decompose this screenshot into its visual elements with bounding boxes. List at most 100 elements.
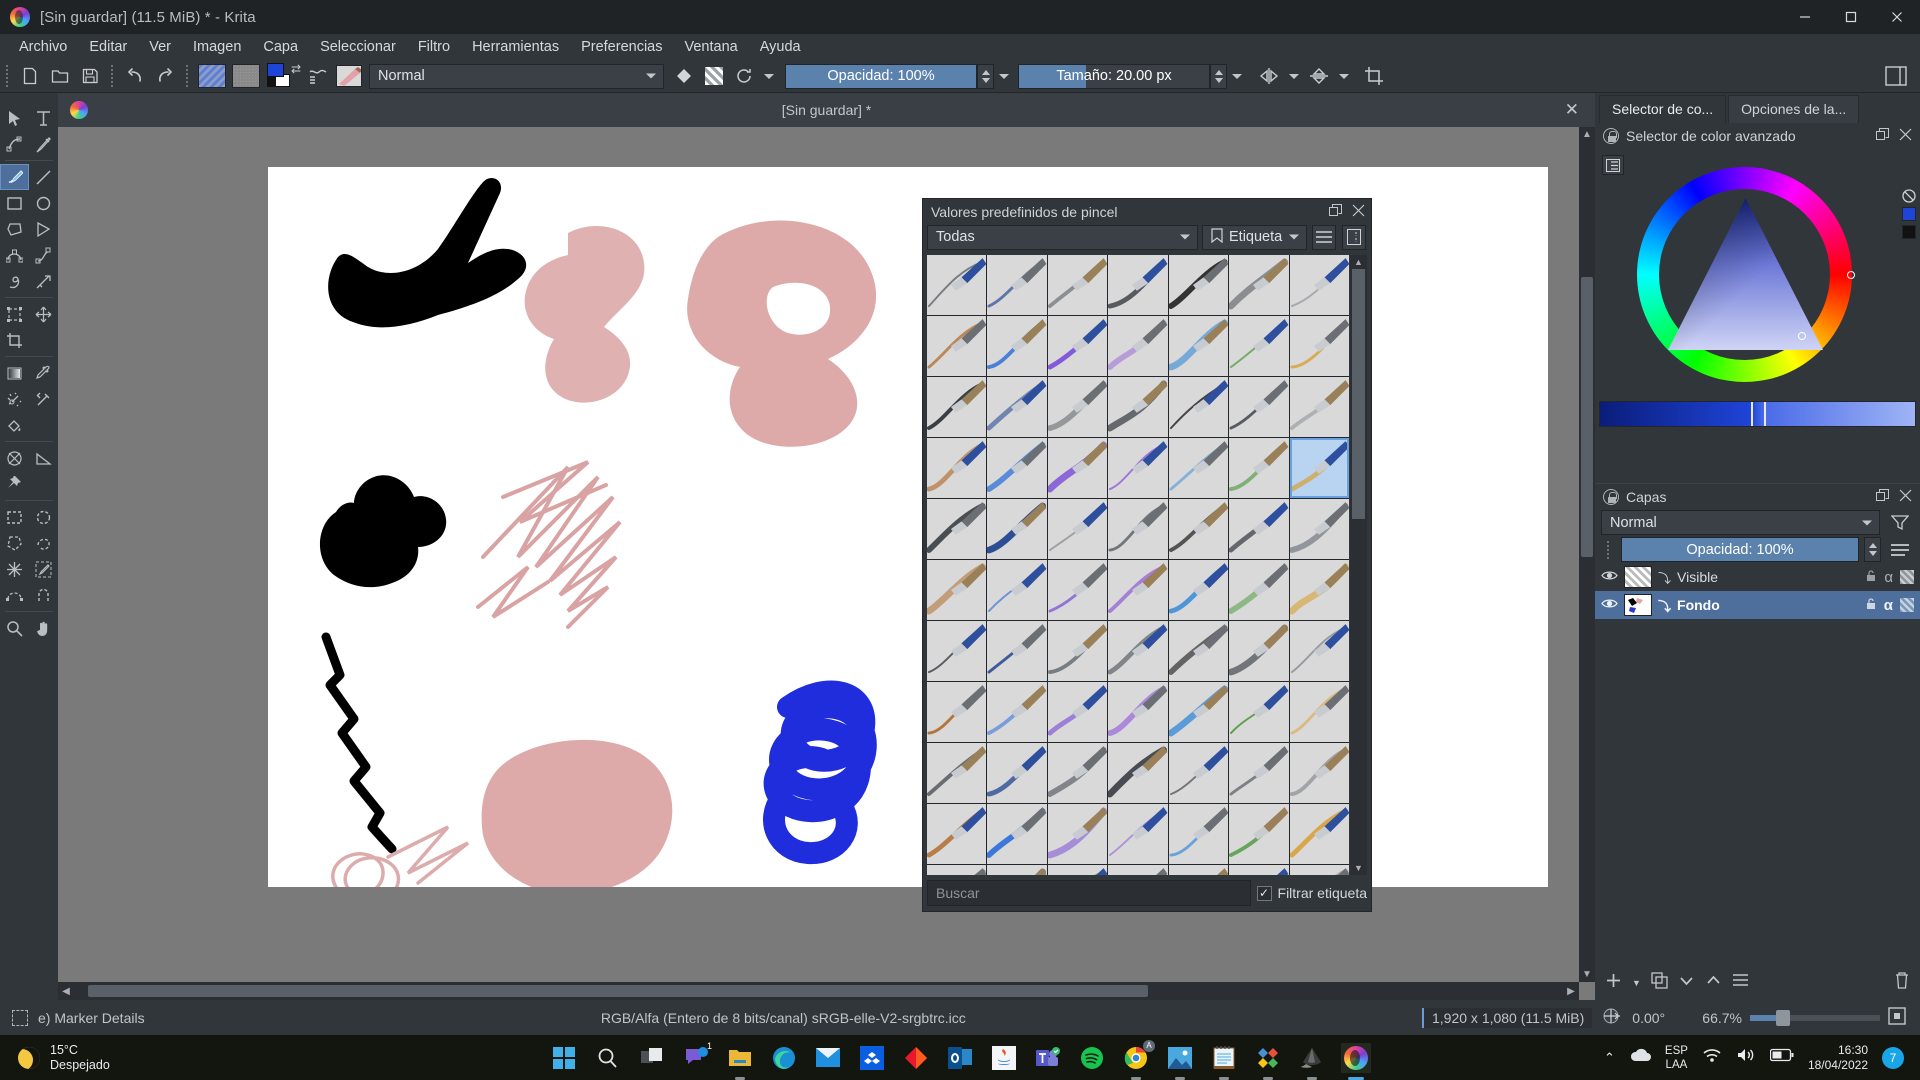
- color-wheel-cursor[interactable]: [1847, 271, 1855, 279]
- brush-preset-cell[interactable]: [1289, 438, 1349, 498]
- list-view-icon[interactable]: [1312, 224, 1336, 250]
- color-float-docker-icon[interactable]: [1876, 128, 1889, 144]
- hscroll-right-arrow[interactable]: ▶: [1563, 986, 1579, 997]
- duplicate-layer-button[interactable]: [1651, 972, 1668, 994]
- zoom-tool[interactable]: [0, 615, 29, 641]
- onedrive-cloud-icon[interactable]: [1629, 1048, 1651, 1067]
- ellipse-tool[interactable]: [29, 190, 58, 216]
- bezier-curve-tool[interactable]: [0, 242, 29, 268]
- freehand-path-tool[interactable]: [29, 242, 58, 268]
- elliptical-select-tool[interactable]: [29, 504, 58, 530]
- toolbar-handle[interactable]: [4, 65, 11, 87]
- brush-search-input[interactable]: Buscar: [927, 880, 1251, 906]
- layer-lock-icon[interactable]: [1865, 569, 1877, 585]
- start-button[interactable]: [549, 1043, 579, 1073]
- krita-icon[interactable]: [1341, 1042, 1371, 1080]
- brush-preset-cell[interactable]: [927, 377, 987, 437]
- brush-preset-cell[interactable]: [1047, 316, 1108, 376]
- size-slider[interactable]: Tamaño: 20.00 px: [1018, 63, 1210, 89]
- colorize-mask-tool[interactable]: [0, 386, 29, 412]
- new-document-icon[interactable]: [16, 63, 44, 89]
- add-layer-caret[interactable]: ▼: [1632, 978, 1641, 988]
- brush-preset-cell[interactable]: [1047, 499, 1108, 559]
- layer-row-fondo[interactable]: ⤵ Fondo α: [1595, 591, 1920, 619]
- layer-lock-icon-2[interactable]: [1865, 597, 1877, 613]
- maximize-button[interactable]: [1828, 0, 1874, 34]
- layer-properties-button[interactable]: [1732, 973, 1749, 993]
- brush-preset-cell[interactable]: [1047, 804, 1108, 864]
- search-icon[interactable]: [593, 1043, 623, 1073]
- menu-capa[interactable]: Capa: [252, 36, 309, 58]
- zoom-slider[interactable]: [1749, 1009, 1880, 1026]
- brush-preset-cell[interactable]: [987, 316, 1047, 376]
- opacity-spinner[interactable]: [977, 63, 994, 89]
- opacity-dropdown-caret[interactable]: [994, 64, 1014, 89]
- rectangular-select-tool[interactable]: [0, 504, 29, 530]
- brush-preset-cell[interactable]: [1168, 621, 1229, 681]
- crop-wraparound-icon[interactable]: [1360, 63, 1388, 89]
- selector-settings-icon[interactable]: [1602, 155, 1624, 175]
- inherit-alpha-icon[interactable]: ⤵: [1658, 568, 1671, 587]
- brush-preset-cell[interactable]: [987, 621, 1047, 681]
- wifi-icon[interactable]: [1702, 1047, 1722, 1068]
- show-dockers-icon[interactable]: [1882, 63, 1910, 89]
- brush-preset-cell[interactable]: [1229, 682, 1289, 742]
- layer-opacity-slider[interactable]: Opacidad: 100%: [1621, 537, 1859, 562]
- layer-blend-mode-select[interactable]: Normal: [1601, 510, 1880, 535]
- edge-icon[interactable]: [769, 1043, 799, 1073]
- brush-preset-cell[interactable]: [1047, 743, 1108, 803]
- canvas-vertical-scrollbar[interactable]: ▲ ▼: [1579, 127, 1595, 982]
- brush-preset-cell[interactable]: [1168, 682, 1229, 742]
- filter-tag-checkbox-box[interactable]: ✓: [1256, 885, 1272, 901]
- brush-preset-cell[interactable]: [1047, 438, 1108, 498]
- layer-visibility-icon[interactable]: [1601, 569, 1618, 585]
- brush-preset-cell[interactable]: [1047, 682, 1108, 742]
- polygonal-select-tool[interactable]: [0, 530, 29, 556]
- brush-preset-cell[interactable]: [1289, 316, 1349, 376]
- folder-icon[interactable]: [725, 1043, 755, 1080]
- opacity-slider[interactable]: Opacidad: 100%: [785, 63, 977, 89]
- polyline-tool[interactable]: [29, 216, 58, 242]
- brush-preset-cell[interactable]: [987, 438, 1047, 498]
- menu-preferencias[interactable]: Preferencias: [570, 36, 673, 58]
- brush-preset-cell[interactable]: [1229, 865, 1289, 875]
- brush-editor-icon[interactable]: [304, 63, 332, 89]
- brush-preset-cell[interactable]: [987, 560, 1047, 620]
- brush-preset-cell[interactable]: [1168, 560, 1229, 620]
- delete-layer-button[interactable]: [1894, 972, 1910, 994]
- layer-row-visible[interactable]: ⤵ Visible α: [1595, 563, 1920, 591]
- vscroll-thumb[interactable]: [1581, 277, 1593, 557]
- pan-tool[interactable]: [29, 615, 58, 641]
- layer-opacity-spinner[interactable]: [1864, 537, 1881, 562]
- menu-ver[interactable]: Ver: [138, 36, 182, 58]
- alpha-lock-icon[interactable]: [700, 63, 728, 89]
- mirror-vertical-icon[interactable]: [1305, 63, 1333, 89]
- pattern-swatch[interactable]: [232, 64, 260, 88]
- mirror-v-caret[interactable]: [1334, 64, 1354, 89]
- size-spinner[interactable]: [1210, 63, 1227, 89]
- layer-visibility-icon-2[interactable]: [1601, 597, 1618, 613]
- bezier-select-tool[interactable]: [0, 582, 29, 608]
- brush-preset-cell[interactable]: [927, 316, 987, 376]
- brush-preset-cell[interactable]: [1289, 560, 1349, 620]
- brush-preset-cell[interactable]: [1289, 499, 1349, 559]
- size-dropdown-caret[interactable]: [1227, 64, 1247, 89]
- menu-ventana[interactable]: Ventana: [674, 36, 749, 58]
- brush-preset-cell[interactable]: [1229, 438, 1289, 498]
- brush-preset-cell[interactable]: [1108, 316, 1168, 376]
- gradient-swatch[interactable]: [198, 64, 226, 88]
- brush-preset-cell[interactable]: [927, 499, 987, 559]
- layer-alpha-icon[interactable]: α: [1884, 569, 1893, 586]
- save-disk-icon[interactable]: [76, 63, 104, 89]
- brush-preset-cell[interactable]: [1168, 316, 1229, 376]
- add-layer-button[interactable]: [1605, 972, 1622, 994]
- open-folder-icon[interactable]: [46, 63, 74, 89]
- brush-preset-cell[interactable]: [1289, 865, 1349, 875]
- foreground-background-color[interactable]: ⇄: [267, 62, 301, 89]
- similar-color-select-tool[interactable]: [29, 556, 58, 582]
- fit-page-icon[interactable]: [1888, 1007, 1906, 1028]
- freehand-brush-tool[interactable]: [0, 164, 29, 190]
- brush-preset-cell[interactable]: [1108, 743, 1168, 803]
- brush-preset-cell[interactable]: [1229, 804, 1289, 864]
- brush-preset-cell[interactable]: [927, 682, 987, 742]
